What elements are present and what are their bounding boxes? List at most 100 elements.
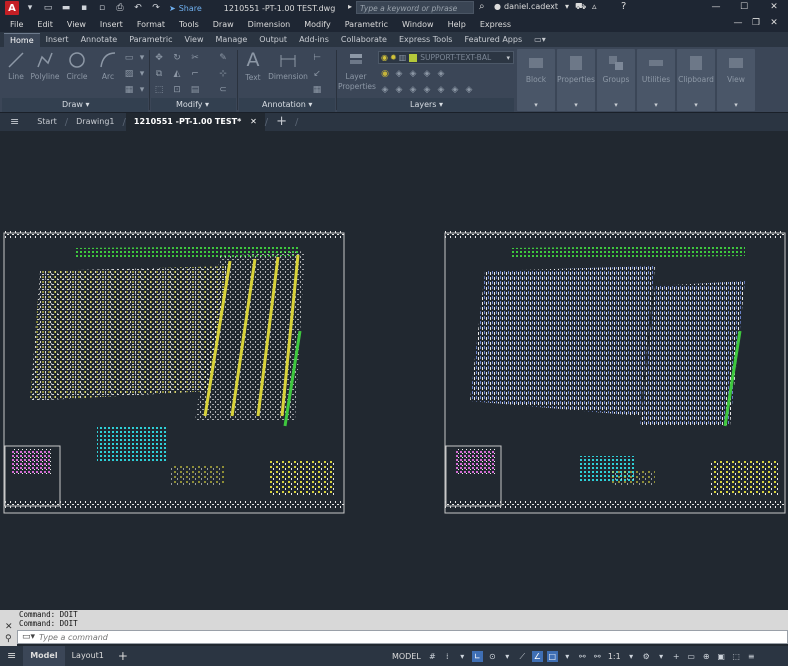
layer-tool-icon[interactable]: ◈ bbox=[408, 85, 418, 95]
menu-modify[interactable]: Modify bbox=[304, 20, 331, 29]
open-folder-icon[interactable]: ▬ bbox=[59, 2, 73, 14]
mirror-icon[interactable]: ◭ bbox=[172, 69, 182, 79]
layer-tool-icon[interactable]: ◈ bbox=[394, 85, 404, 95]
hatch-dropdown-icon[interactable]: ▾ bbox=[137, 69, 147, 79]
close-button[interactable]: ✕ bbox=[764, 1, 784, 14]
circle-tool[interactable]: Circle bbox=[63, 51, 91, 81]
units-icon[interactable]: ▭ bbox=[686, 651, 697, 662]
polar-icon[interactable]: ⊙ bbox=[487, 651, 498, 662]
undo-icon[interactable]: ↶ bbox=[131, 2, 145, 14]
search-arrow-icon[interactable]: ▸ bbox=[348, 2, 352, 11]
annotation-table-icon[interactable]: ▦ bbox=[312, 85, 322, 95]
block-panel[interactable]: Block ▾ bbox=[517, 49, 555, 111]
line-tool[interactable]: Line bbox=[4, 51, 28, 81]
object-snap-tracking-icon[interactable]: ∠ bbox=[531, 650, 543, 662]
view-panel[interactable]: View ▾ bbox=[717, 49, 755, 111]
tab-add-ins[interactable]: Add-ins bbox=[293, 33, 335, 47]
command-prompt-icon[interactable]: ▭▾ bbox=[22, 632, 35, 642]
cart-icon[interactable]: ⛟ bbox=[575, 2, 586, 13]
offset-icon[interactable]: ⊂ bbox=[218, 85, 228, 95]
close-command-icon[interactable]: ✕ bbox=[5, 622, 13, 632]
hatch-icon[interactable]: ▨ bbox=[124, 69, 134, 79]
rotate-icon[interactable]: ↻ bbox=[172, 53, 182, 63]
doc-restore-button[interactable]: ❐ bbox=[746, 17, 766, 30]
drawing-area[interactable] bbox=[0, 131, 788, 610]
leader-icon[interactable]: ↙ bbox=[312, 69, 322, 79]
annotation-autoscale-icon[interactable]: ⚯ bbox=[592, 651, 603, 662]
workspace-dropdown-icon[interactable]: ▾ bbox=[656, 651, 667, 662]
menu-help[interactable]: Help bbox=[448, 20, 466, 29]
layer-tool-icon[interactable]: ◈ bbox=[450, 85, 460, 95]
linear-dim-icon[interactable]: ⊢ bbox=[312, 53, 322, 63]
annotation-scale[interactable]: 1:1 bbox=[608, 652, 621, 661]
minimize-button[interactable]: — bbox=[706, 1, 726, 14]
move-icon[interactable]: ✥ bbox=[154, 53, 164, 63]
groups-panel[interactable]: Groups ▾ bbox=[597, 49, 635, 111]
tab-view[interactable]: View bbox=[179, 33, 210, 47]
osnap-dropdown-icon[interactable]: ▾ bbox=[562, 651, 573, 662]
annotation-panel-title[interactable]: Annotation ▾ bbox=[262, 100, 312, 109]
layer-dropdown[interactable]: ◉ ✹ ▥ SUPPORT-TEXT-BAL ▾ bbox=[378, 51, 514, 64]
menu-format[interactable]: Format bbox=[137, 20, 165, 29]
tab-output[interactable]: Output bbox=[253, 33, 293, 47]
app-menu-arrow-icon[interactable]: ▾ bbox=[23, 2, 37, 14]
arc-tool[interactable]: Arc bbox=[94, 51, 122, 81]
grid-icon[interactable]: # bbox=[427, 651, 438, 662]
utilities-panel[interactable]: Utilities ▾ bbox=[637, 49, 675, 111]
new-file-icon[interactable]: ▭ bbox=[41, 2, 55, 14]
properties-panel[interactable]: Properties ▾ bbox=[557, 49, 595, 111]
layer-tool-icon[interactable]: ◈ bbox=[380, 85, 390, 95]
tab-insert[interactable]: Insert bbox=[40, 33, 75, 47]
file-tab-drawing1[interactable]: Drawing1 bbox=[68, 113, 122, 131]
tab-home[interactable]: Home bbox=[4, 33, 40, 47]
autodesk-apps-icon[interactable]: ▵ bbox=[592, 2, 597, 12]
model-tab[interactable]: Model bbox=[23, 646, 65, 666]
snap-icon[interactable]: ⁞ bbox=[442, 651, 453, 662]
isodraft-icon[interactable]: ⟋ bbox=[517, 651, 528, 662]
add-layout-button[interactable]: + bbox=[111, 646, 135, 666]
layer-tool-icon[interactable]: ◈ bbox=[408, 69, 418, 79]
clean-screen-icon[interactable]: ⬚ bbox=[731, 651, 742, 662]
menu-draw[interactable]: Draw bbox=[213, 20, 234, 29]
tab-featured-apps[interactable]: Featured Apps bbox=[458, 33, 528, 47]
close-tab-icon[interactable]: ✕ bbox=[250, 117, 257, 126]
menu-window[interactable]: Window bbox=[402, 20, 434, 29]
hamburger-menu-icon[interactable]: ≡ bbox=[0, 113, 29, 131]
text-tool[interactable]: A Text bbox=[241, 50, 265, 82]
tab-collaborate[interactable]: Collaborate bbox=[335, 33, 393, 47]
tab-express-tools[interactable]: Express Tools bbox=[393, 33, 459, 47]
trim-icon[interactable]: ✂ bbox=[190, 53, 200, 63]
tab-annotate[interactable]: Annotate bbox=[75, 33, 124, 47]
command-input[interactable] bbox=[39, 632, 640, 642]
menu-dimension[interactable]: Dimension bbox=[248, 20, 291, 29]
table-dropdown-icon[interactable]: ▾ bbox=[137, 85, 147, 95]
autocad-logo[interactable]: A bbox=[5, 1, 19, 15]
polyline-tool[interactable]: Polyline bbox=[29, 51, 61, 81]
share-button[interactable]: ➤ Share bbox=[169, 4, 202, 13]
fillet-icon[interactable]: ⌐ bbox=[190, 69, 200, 79]
menu-view[interactable]: View bbox=[67, 20, 86, 29]
layer-tool-icon[interactable]: ◉ bbox=[380, 69, 390, 79]
dimension-tool[interactable]: Dimension bbox=[268, 51, 308, 81]
save-as-icon[interactable]: ▫ bbox=[95, 2, 109, 14]
tab-manage[interactable]: Manage bbox=[210, 33, 254, 47]
layer-tool-icon[interactable]: ◈ bbox=[436, 85, 446, 95]
scale-icon[interactable]: ⊡ bbox=[172, 85, 182, 95]
array-icon[interactable]: ▤ bbox=[190, 85, 200, 95]
layers-panel-title[interactable]: Layers ▾ bbox=[410, 100, 443, 109]
file-tab-start[interactable]: Start bbox=[29, 113, 65, 131]
clipboard-panel[interactable]: Clipboard ▾ bbox=[677, 49, 715, 111]
search-icon[interactable]: ⌕ bbox=[479, 1, 485, 12]
new-tab-button[interactable]: + bbox=[268, 113, 295, 131]
command-window-handle[interactable]: ✕ ⚲ bbox=[0, 610, 17, 646]
table-icon[interactable]: ▦ bbox=[124, 85, 134, 95]
modify-panel-title[interactable]: Modify ▾ bbox=[176, 100, 209, 109]
stretch-icon[interactable]: ⬚ bbox=[154, 85, 164, 95]
command-line[interactable]: ▭▾ bbox=[17, 630, 788, 644]
workspace-gear-icon[interactable]: ⚙ bbox=[641, 651, 652, 662]
print-icon[interactable]: ⎙ bbox=[113, 2, 127, 14]
draw-panel-title[interactable]: Draw ▾ bbox=[62, 100, 89, 109]
menu-parametric[interactable]: Parametric bbox=[345, 20, 388, 29]
layer-tool-icon[interactable]: ◈ bbox=[436, 69, 446, 79]
annotation-visibility-icon[interactable]: ⚯ bbox=[577, 651, 588, 662]
